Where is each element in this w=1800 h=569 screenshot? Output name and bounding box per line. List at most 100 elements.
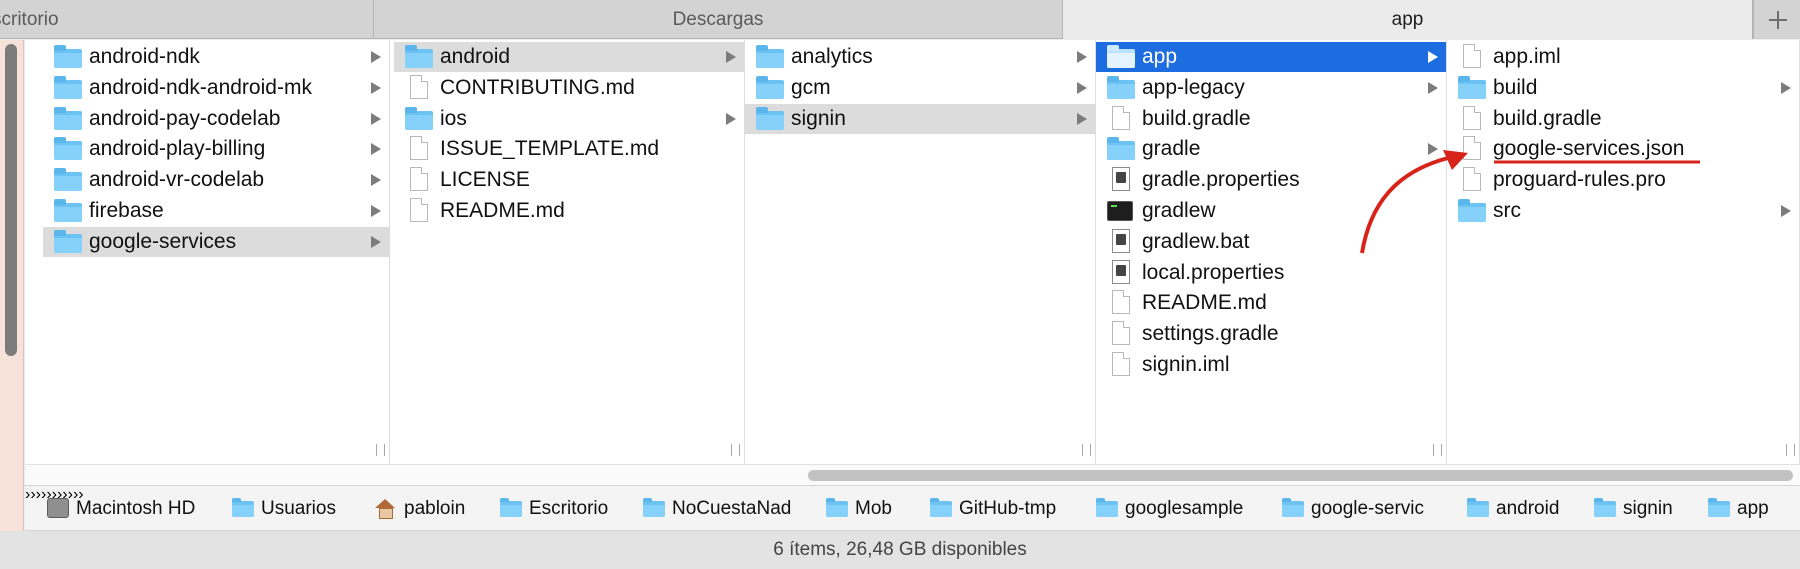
folder-item[interactable]: ios bbox=[394, 104, 744, 134]
document-icon bbox=[1107, 105, 1135, 130]
new-tab-plus-icon[interactable] bbox=[1753, 0, 1800, 39]
horizontal-scrollbar[interactable] bbox=[25, 464, 1800, 485]
folder-item[interactable]: firebase bbox=[43, 196, 389, 226]
column-resize-handle[interactable] bbox=[1082, 444, 1091, 456]
path-crumb-label: Escritorio bbox=[529, 498, 609, 519]
column-resize-handle[interactable] bbox=[731, 444, 740, 456]
file-item[interactable]: gradle.properties bbox=[1096, 165, 1446, 195]
disclosure-arrow-icon bbox=[1428, 81, 1438, 94]
document-icon bbox=[1107, 290, 1135, 315]
folder-item[interactable]: gcm bbox=[745, 73, 1095, 103]
folder-item[interactable]: android-pay-codelab bbox=[43, 104, 389, 134]
folder-item[interactable]: android-ndk-android-mk bbox=[43, 73, 389, 103]
file-item[interactable]: proguard-rules.pro bbox=[1447, 165, 1799, 195]
item-label: build bbox=[1493, 75, 1538, 99]
tab-bar: scritorio Descargas app bbox=[0, 0, 1800, 39]
file-item[interactable]: build.gradle bbox=[1096, 104, 1446, 134]
folder-icon bbox=[1708, 498, 1730, 517]
column-browser: android-ndk android-ndk-android-mk android… bbox=[25, 40, 1800, 464]
file-item[interactable]: build.gradle bbox=[1447, 104, 1799, 134]
file-item[interactable]: ISSUE_TEMPLATE.md bbox=[394, 134, 744, 164]
disclosure-arrow-icon bbox=[1077, 81, 1087, 94]
tab-descargas[interactable]: Descargas bbox=[374, 0, 1063, 39]
tab-escritorio[interactable]: scritorio bbox=[0, 0, 374, 39]
disclosure-arrow-icon bbox=[371, 51, 381, 63]
folder-item[interactable]: android bbox=[394, 42, 744, 72]
path-crumb[interactable]: GitHub-tmp bbox=[930, 486, 1100, 532]
document-icon bbox=[405, 167, 433, 192]
path-crumb[interactable]: android bbox=[1467, 486, 1592, 532]
file-item[interactable]: local.properties bbox=[1096, 258, 1446, 288]
document-icon bbox=[405, 136, 433, 161]
file-item[interactable]: README.md bbox=[1096, 288, 1446, 318]
path-crumb-label: signin bbox=[1623, 498, 1673, 519]
disclosure-arrow-icon bbox=[1428, 143, 1438, 156]
path-crumb-label: pabloin bbox=[404, 498, 466, 519]
path-crumb[interactable]: Usuarios bbox=[232, 486, 392, 532]
folder-item[interactable]: android-play-billing bbox=[43, 134, 389, 164]
file-item[interactable]: LICENSE bbox=[394, 165, 744, 195]
folder-item[interactable]: android-ndk bbox=[43, 42, 389, 72]
sidebar-edge bbox=[0, 40, 24, 531]
folder-item[interactable]: gradle bbox=[1096, 134, 1446, 164]
path-crumb[interactable]: Macintosh HD bbox=[47, 486, 237, 532]
disclosure-arrow-icon bbox=[726, 51, 736, 63]
disclosure-arrow-icon bbox=[1428, 51, 1438, 63]
file-item[interactable]: app.iml bbox=[1447, 42, 1799, 72]
path-crumb[interactable]: google-servic bbox=[1282, 486, 1464, 532]
folder-icon bbox=[54, 168, 82, 192]
folder-item[interactable]: src bbox=[1447, 196, 1799, 226]
path-bar: Macintosh HD › Usuarios › pabloin › Escritorio… bbox=[25, 485, 1800, 531]
folder-item[interactable]: build bbox=[1447, 73, 1799, 103]
item-label: android-pay-codelab bbox=[89, 106, 281, 130]
folder-icon bbox=[1282, 498, 1304, 517]
file-item[interactable]: gradlew bbox=[1096, 196, 1446, 226]
folder-item[interactable]: analytics bbox=[745, 42, 1095, 72]
path-crumb-label: NoCuestaNad bbox=[672, 498, 792, 519]
folder-item[interactable]: signin bbox=[745, 103, 1095, 134]
file-item[interactable]: CONTRIBUTING.md bbox=[394, 73, 744, 103]
path-crumb-label: googlesample bbox=[1125, 498, 1244, 519]
folder-item[interactable]: android-vr-codelab bbox=[43, 165, 389, 195]
path-crumb[interactable]: googlesample bbox=[1096, 486, 1282, 532]
sidebar-scrollbar[interactable] bbox=[5, 44, 17, 356]
item-label: signin.iml bbox=[1142, 353, 1230, 376]
scrollbar-thumb[interactable] bbox=[808, 470, 1793, 481]
folder-icon bbox=[405, 45, 433, 68]
folder-item[interactable]: app bbox=[1096, 42, 1446, 72]
tab-label: app bbox=[1391, 9, 1424, 30]
path-crumb[interactable]: pabloin bbox=[375, 486, 515, 532]
path-crumb-label: android bbox=[1496, 498, 1560, 519]
item-label: android-play-billing bbox=[89, 137, 266, 161]
path-crumb[interactable]: Mob bbox=[826, 486, 926, 532]
folder-icon bbox=[1467, 498, 1489, 517]
folder-icon bbox=[756, 106, 784, 130]
file-item[interactable]: signin.iml bbox=[1096, 350, 1446, 380]
file-item[interactable]: gradlew.bat bbox=[1096, 227, 1446, 257]
item-label: signin bbox=[791, 106, 846, 130]
path-crumb[interactable]: NoCuestaNad bbox=[643, 486, 825, 532]
file-item[interactable]: settings.gradle bbox=[1096, 319, 1446, 349]
folder-item[interactable]: google-services bbox=[43, 226, 389, 257]
item-label: gradle bbox=[1142, 137, 1201, 161]
folder-icon bbox=[54, 45, 82, 68]
item-label: gradle.properties bbox=[1142, 168, 1300, 192]
path-crumb[interactable]: Escritorio bbox=[500, 486, 658, 532]
folder-item[interactable]: app-legacy bbox=[1096, 73, 1446, 103]
document-icon bbox=[405, 198, 433, 222]
item-label: CONTRIBUTING.md bbox=[440, 75, 635, 99]
terminal-executable-icon bbox=[1107, 200, 1135, 222]
file-item[interactable]: README.md bbox=[394, 196, 744, 226]
item-label: android-vr-codelab bbox=[89, 168, 265, 192]
disclosure-arrow-icon bbox=[371, 143, 381, 156]
column-resize-handle[interactable] bbox=[1433, 444, 1442, 456]
item-label: ISSUE_TEMPLATE.md bbox=[440, 137, 660, 161]
home-icon bbox=[375, 499, 395, 519]
column-resize-handle[interactable] bbox=[1786, 444, 1795, 456]
path-crumb[interactable]: app bbox=[1708, 486, 1798, 532]
tab-app[interactable]: app bbox=[1063, 0, 1753, 39]
file-item[interactable]: google-services.json bbox=[1447, 134, 1799, 164]
column-resize-handle[interactable] bbox=[376, 444, 385, 456]
path-crumb[interactable]: signin bbox=[1594, 486, 1704, 532]
folder-icon bbox=[54, 75, 82, 99]
